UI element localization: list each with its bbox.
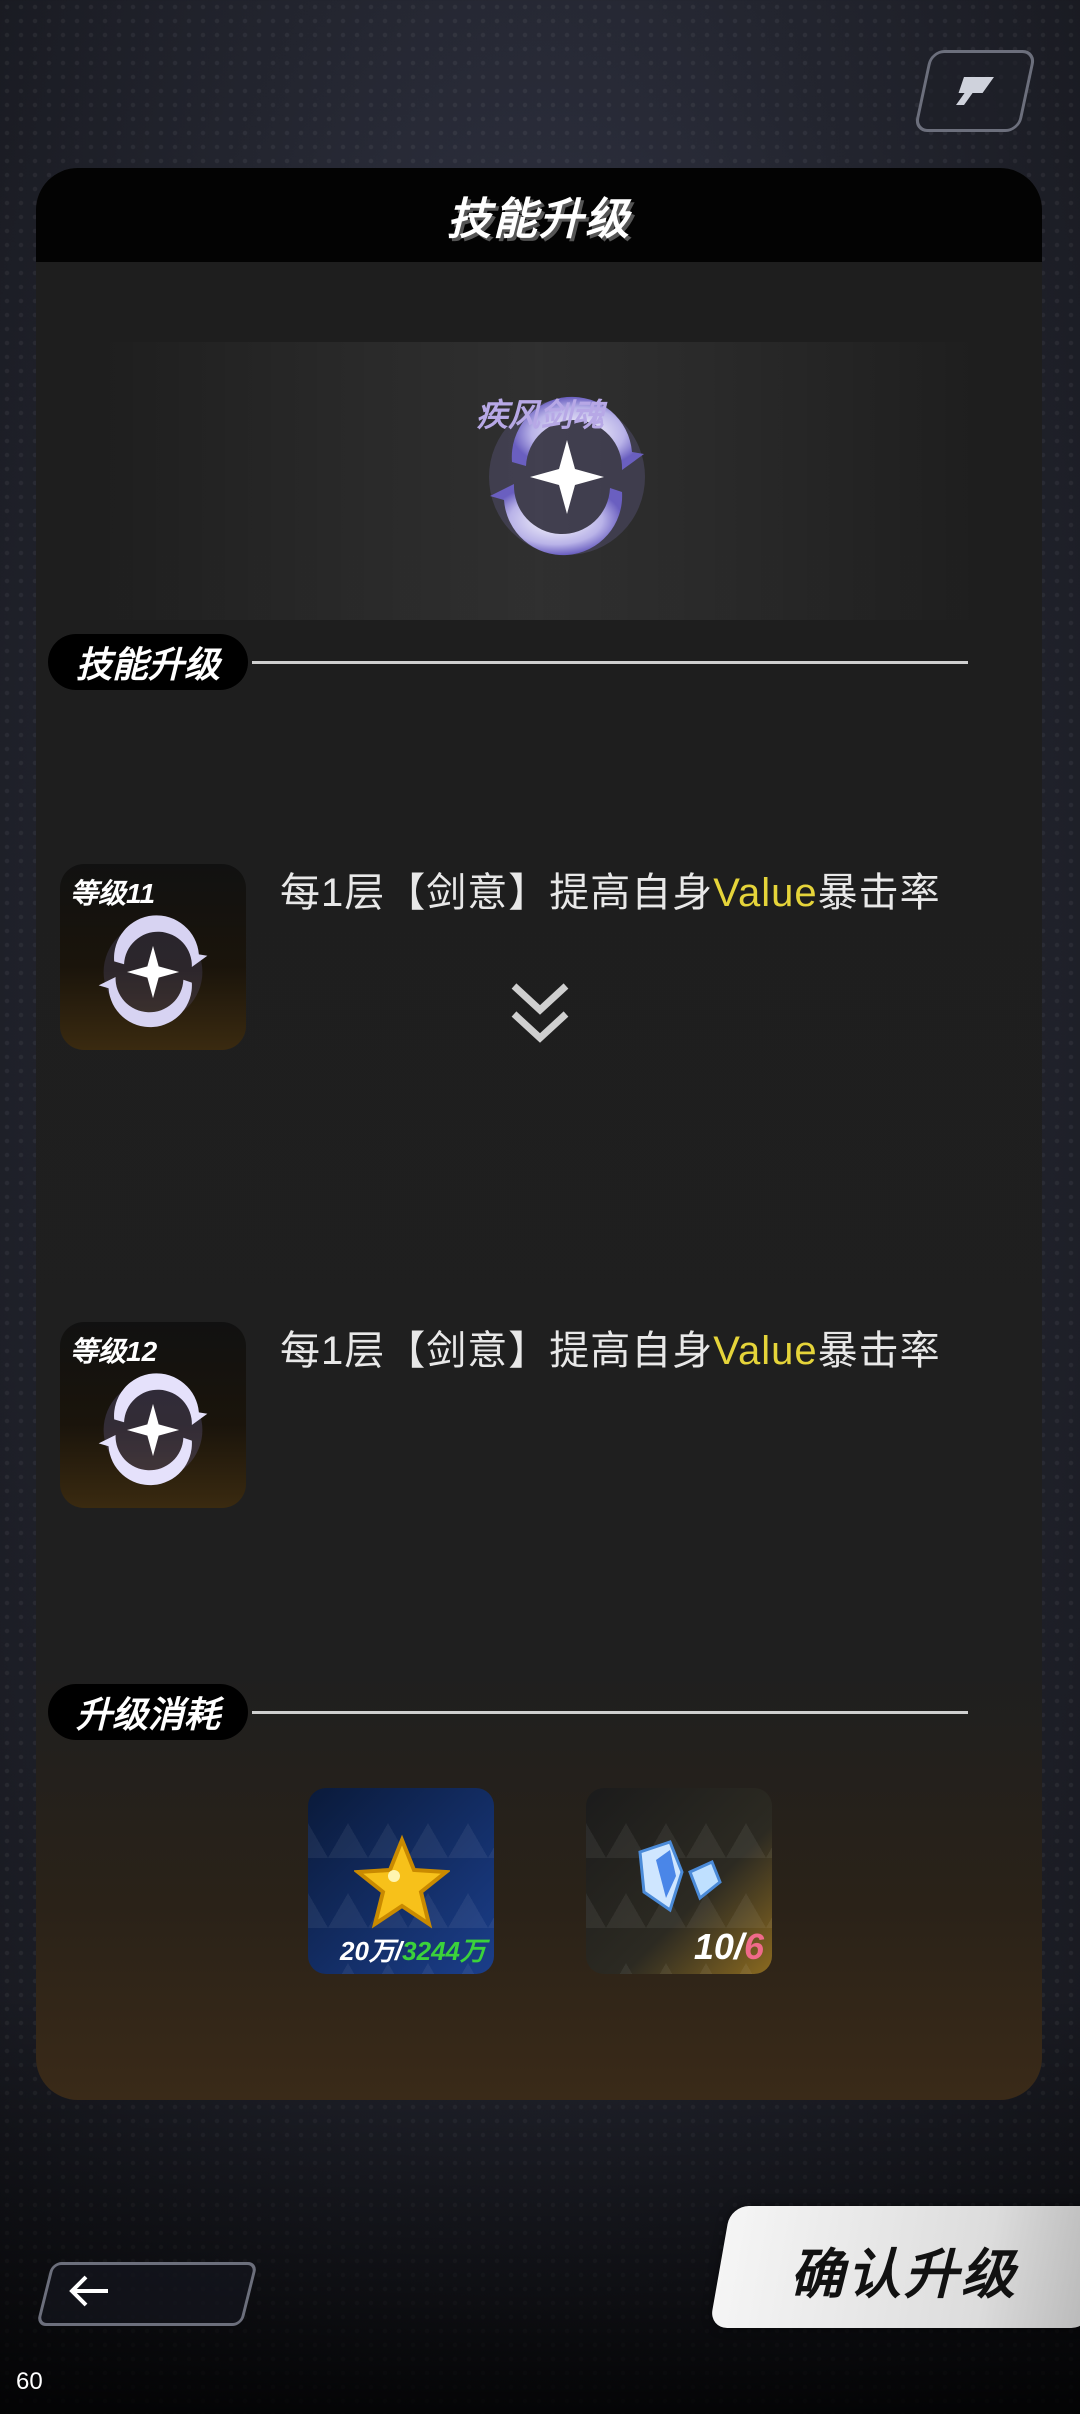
section-upgrade-title: 技能升级 xyxy=(48,634,249,690)
top-right-menu-button[interactable] xyxy=(913,50,1037,132)
desc-text: 暴击率 xyxy=(817,871,941,915)
current-level-label: 等级11 xyxy=(70,878,156,909)
panel-header: 技能升级 xyxy=(36,168,1042,262)
desc-highlight: Value xyxy=(713,1329,818,1373)
current-level-description: 每1层【剑意】提高自身Value暴击率 xyxy=(280,860,1000,918)
confirm-upgrade-label: 确认升级 xyxy=(790,2245,1018,2305)
cost-item-gold[interactable]: 20万/3244万 xyxy=(308,1788,494,1974)
cost-owned: 3244万 xyxy=(402,1936,486,1966)
skill-emblem-icon xyxy=(98,915,208,1028)
skill-emblem-icon xyxy=(98,1373,208,1486)
cost-item-crystal[interactable]: 10/6 xyxy=(586,1788,772,1974)
section-cost-header: 升级消耗 xyxy=(48,1684,968,1740)
desc-text: 每1层【剑意】提高自身 xyxy=(280,871,714,915)
crystal-icon xyxy=(638,1840,722,1913)
divider xyxy=(252,1710,968,1714)
skill-hero xyxy=(98,342,980,620)
desc-text: 暴击率 xyxy=(817,1329,941,1373)
cost-separator: / xyxy=(733,1926,744,1967)
section-upgrade-header: 技能升级 xyxy=(48,634,968,690)
divider xyxy=(252,660,968,664)
gold-star-icon xyxy=(354,1834,450,1929)
arrow-left-icon xyxy=(69,2275,108,2307)
desc-highlight: Value xyxy=(713,871,818,915)
section-cost-title: 升级消耗 xyxy=(48,1684,249,1740)
desc-text: 每1层【剑意】提高自身 xyxy=(280,1329,714,1373)
panel-title: 技能升级 xyxy=(447,195,631,244)
skill-name: 疾风剑魂 xyxy=(475,397,604,433)
logo-icon xyxy=(956,77,994,105)
next-level-label: 等级12 xyxy=(70,1336,158,1367)
fps-counter: 60 xyxy=(16,2368,43,2395)
cost-gold-amount: 20万/3244万 xyxy=(340,1931,486,1968)
next-level-card: 等级12 xyxy=(60,1322,246,1508)
cost-owned: 6 xyxy=(743,1926,764,1967)
current-level-card: 等级11 xyxy=(60,864,246,1050)
skill-upgrade-panel: 技能升级 xyxy=(36,168,1042,2100)
chevron-down-icon xyxy=(511,983,569,1043)
cost-crystal-amount: 10/6 xyxy=(694,1926,764,1968)
cost-required: 10 xyxy=(693,1926,734,1967)
cost-required: 20万 xyxy=(340,1936,395,1966)
next-level-description: 每1层【剑意】提高自身Value暴击率 xyxy=(280,1318,1000,1376)
